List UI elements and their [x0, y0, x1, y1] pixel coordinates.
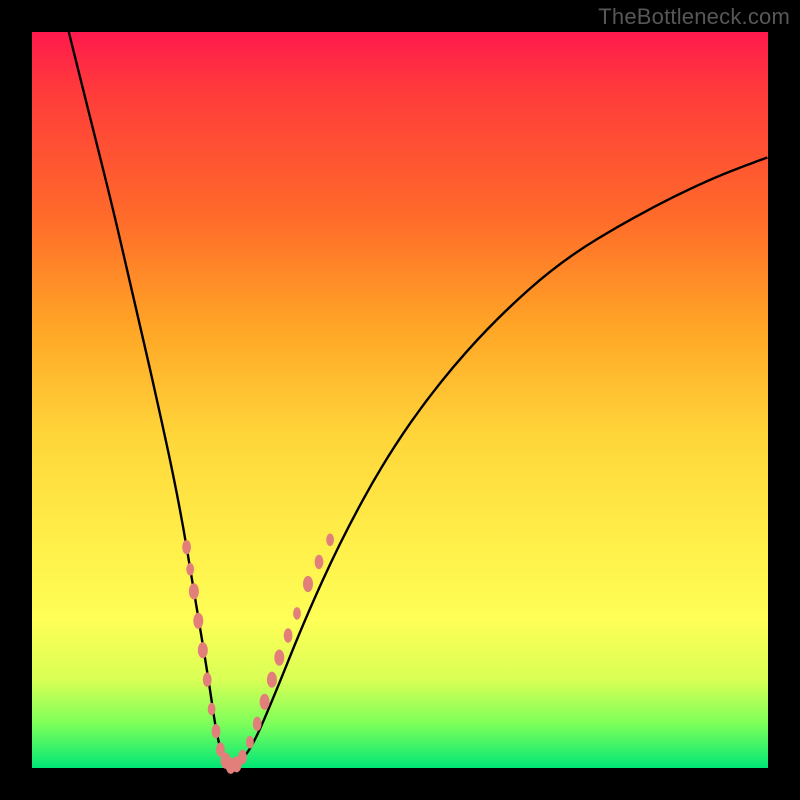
curve-marker: [260, 694, 270, 710]
curve-marker: [267, 672, 277, 688]
curve-marker: [238, 750, 247, 764]
curve-marker: [274, 650, 284, 666]
curve-marker: [303, 576, 313, 592]
plot-area: [32, 32, 768, 768]
curve-marker: [284, 628, 293, 642]
chart-frame: TheBottleneck.com: [0, 0, 800, 800]
curve-marker: [189, 583, 199, 599]
curve-marker: [186, 563, 194, 576]
curve-marker: [182, 540, 191, 554]
curve-marker: [212, 724, 221, 738]
curve-marker: [246, 736, 254, 749]
curve-marker: [203, 673, 212, 687]
chart-svg: [32, 32, 768, 768]
bottleneck-curve: [69, 32, 768, 767]
curve-marker: [326, 534, 334, 547]
marker-group: [182, 534, 334, 774]
curve-marker: [198, 642, 208, 658]
curve-marker: [253, 717, 262, 731]
curve-marker: [193, 613, 203, 629]
watermark-text: TheBottleneck.com: [598, 4, 790, 30]
curve-marker: [315, 555, 324, 569]
curve-marker: [293, 607, 301, 620]
curve-marker: [208, 703, 216, 716]
